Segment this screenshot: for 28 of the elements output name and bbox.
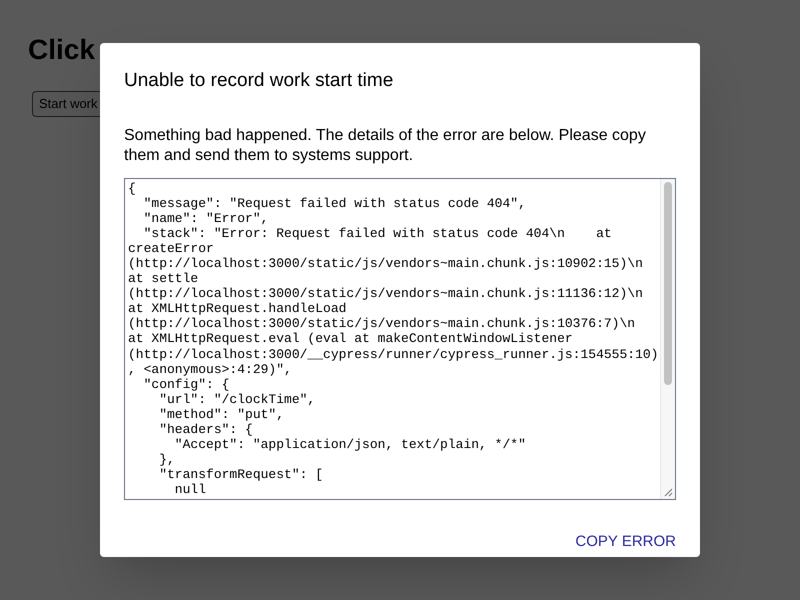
page-heading: Click [28, 33, 95, 67]
dialog-title: Unable to record work start time [124, 69, 394, 93]
code-line: (http://localhost:3000/static/js/vendors~main.chunk.js:10902:15)\n [128, 256, 643, 272]
code-line: at settle [128, 271, 198, 286]
code-line: , <anonymous>:4:29)", [128, 362, 292, 377]
error-details-field[interactable] [124, 178, 676, 500]
code-line: "config": { [142, 376, 230, 392]
code-line: (http://localhost:3000/static/js/vendors~main.chunk.js:10376:7)\n [128, 316, 636, 332]
code-line: "method": "put", [158, 406, 284, 422]
code-line: null [174, 482, 206, 498]
code-line: "headers": { [158, 422, 253, 438]
code-line: "name": "Error", [142, 210, 268, 226]
code-line: "stack": "Error: Request failed with status code 404\n at [142, 226, 612, 241]
code-line: createError [128, 240, 214, 256]
code-line: "message": "Request failed with status code 404", [142, 196, 526, 211]
code-line: (http://localhost:3000/__cypress/runner/cypress_runner.js:154555:10) [128, 346, 658, 362]
code-line: "url": "/clockTime", [158, 392, 316, 407]
resize-grip-icon[interactable] [663, 486, 673, 496]
code-line: }, [158, 452, 175, 468]
code-line: (http://localhost:3000/static/js/vendors~main.chunk.js:11136:12)\n [128, 286, 643, 302]
code-line: "transformRequest": [ [158, 467, 324, 482]
error-message: Something bad happened. The details of the error are below. Please copy them and send them to systems support. [124, 126, 647, 166]
code-line: at XMLHttpRequest.handleLoad [128, 301, 346, 316]
code-line: at XMLHttpRequest.eval (eval at makeContentWindowListener [128, 331, 573, 347]
code-line: "Accept": "application/json, text/plain, */*" [174, 437, 526, 452]
code-line: { [128, 180, 136, 196]
copy-error-button[interactable]: COPY ERROR [567, 526, 684, 557]
scrollbar-thumb[interactable] [664, 182, 672, 384]
